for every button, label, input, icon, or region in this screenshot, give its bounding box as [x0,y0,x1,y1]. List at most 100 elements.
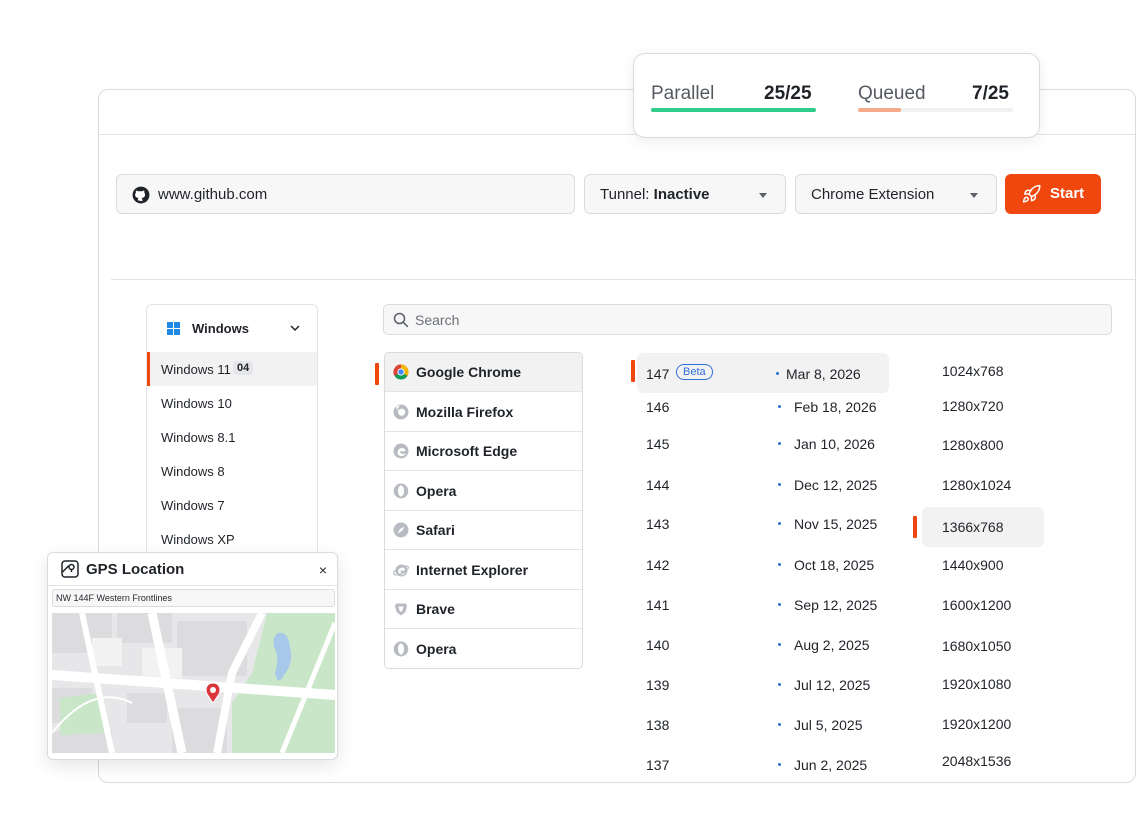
resolution-row[interactable]: 1680x1050 [922,626,1044,666]
browser-item-google-chrome[interactable]: Google Chrome [385,353,582,392]
version-row[interactable]: 137 Jun 2, 2025 [637,744,889,784]
version-row[interactable]: 139 Jul 12, 2025 [637,664,889,704]
os-item-label: Windows 10 [161,396,232,411]
parallel-value: 25/25 [764,83,812,104]
extension-select[interactable]: Chrome Extension [795,174,997,214]
version-number: 143 [646,516,670,532]
opera-icon [393,641,409,656]
browser-item-internet-explorer[interactable]: Internet Explorer [385,551,582,590]
tunnel-label: Tunnel: Inactive [600,186,710,203]
resolution-label: 1440x900 [942,557,1004,573]
chrome-icon [393,364,409,380]
os-family-select[interactable]: Windows [147,305,317,353]
resolution-row[interactable]: 1280x720 [922,386,1044,426]
os-version-badge: 04 [233,361,254,375]
version-number: 144 [646,477,670,493]
search-input[interactable]: Search [383,304,1112,335]
resolution-active-indicator [913,516,917,538]
browser-item-brave[interactable]: Brave [385,590,582,629]
dot-icon [778,442,781,445]
browser-item-opera[interactable]: Opera [385,472,582,511]
resolution-label: 1920x1200 [942,716,1012,732]
resolution-row[interactable]: 1920x1200 [922,704,1044,744]
queued-progress-fill [858,108,902,112]
version-number: 140 [646,637,670,653]
os-list: Windows Windows 11 04 Windows 10 Windows… [146,304,318,564]
search-icon [393,312,409,328]
version-date: Jul 12, 2025 [794,677,871,693]
version-date: Nov 15, 2025 [794,516,878,532]
version-row[interactable]: 138 Jul 5, 2025 [637,704,889,744]
ie-icon [393,564,409,576]
os-item-label: Windows XP [161,532,235,547]
gps-address-value: NW 144F Western Frontlines [56,593,172,603]
browser-item-mozilla-firefox[interactable]: Mozilla Firefox [385,393,582,432]
browser-item-safari[interactable]: Safari [385,511,582,550]
beta-badge: Beta [676,364,713,380]
version-date: Mar 8, 2026 [786,366,861,382]
version-date: Jun 2, 2025 [794,757,868,773]
url-input[interactable]: www.github.com [116,174,575,214]
tunnel-select[interactable]: Tunnel: Inactive [584,174,786,214]
dot-icon [778,405,781,408]
version-date: Oct 18, 2025 [794,557,875,573]
resolution-row[interactable]: 1440x900 [922,545,1044,585]
start-label: Start [1050,185,1085,202]
start-button[interactable]: Start [1005,174,1101,214]
browser-label: Microsoft Edge [416,443,518,459]
browser-label: Safari [416,522,455,538]
os-item-windows-8[interactable]: Windows 8 [147,454,317,488]
version-number: 145 [646,436,670,452]
dot-icon [776,372,779,375]
resolution-row[interactable]: 1600x1200 [922,585,1044,625]
resolution-row[interactable]: 1280x1024 [922,465,1044,505]
firefox-icon [393,404,409,419]
version-row[interactable]: 143 Nov 15, 2025 [637,503,889,543]
close-icon[interactable]: × [319,562,327,578]
resolution-label: 1024x768 [942,363,1004,379]
resolution-label: 1280x800 [942,437,1004,453]
browser-item-opera-2[interactable]: Opera [385,630,582,669]
edge-icon [393,443,409,459]
browser-list: Google Chrome Mozilla Firefox Microsoft … [384,352,583,669]
gps-address-input[interactable]: NW 144F Western Frontlines [52,589,335,607]
version-number: 147 [646,366,670,382]
os-item-windows-11[interactable]: Windows 11 04 [147,352,317,386]
os-item-windows-xp[interactable]: Windows XP [147,522,317,556]
resolution-row[interactable]: 1920x1080 [922,664,1044,704]
queued-progress-bar [858,108,1013,112]
version-number: 141 [646,597,670,613]
dot-icon [778,603,781,606]
version-row[interactable]: 140 Aug 2, 2025 [637,624,889,664]
resolution-row[interactable]: 1280x800 [922,425,1044,465]
version-row[interactable]: 144 Dec 12, 2025 [637,464,889,504]
resolution-row[interactable]: 1366x768 [922,507,1044,547]
version-row[interactable]: 141 Sep 12, 2025 [637,584,889,624]
resolution-row[interactable]: 1024x768 [922,351,1044,391]
version-number: 142 [646,557,670,573]
os-item-windows-10[interactable]: Windows 10 [147,386,317,420]
dot-icon [778,643,781,646]
rocket-icon [1022,184,1041,203]
browser-item-microsoft-edge[interactable]: Microsoft Edge [385,432,582,471]
dot-icon [778,683,781,686]
chevron-down-icon [290,325,300,332]
resolution-row[interactable]: 2048x1536 [922,741,1044,781]
url-value: www.github.com [158,186,268,203]
os-item-label: Windows 8 [161,464,225,479]
browser-label: Mozilla Firefox [416,403,514,420]
gps-title: GPS Location [86,561,185,578]
caret-down-icon [759,193,767,198]
active-indicator [147,352,150,386]
resolution-label: 1680x1050 [942,638,1012,654]
dot-icon [778,563,781,566]
gps-map[interactable] [52,613,335,753]
divider [111,279,1135,280]
version-row[interactable]: 146 Feb 18, 2026 [637,386,889,426]
os-item-windows-8-1[interactable]: Windows 8.1 [147,420,317,454]
resolution-label: 1366x768 [942,519,1004,535]
version-row[interactable]: 142 Oct 18, 2025 [637,544,889,584]
os-item-windows-7[interactable]: Windows 7 [147,488,317,522]
version-row[interactable]: 145 Jan 10, 2026 [637,423,889,463]
version-active-indicator [631,360,635,382]
